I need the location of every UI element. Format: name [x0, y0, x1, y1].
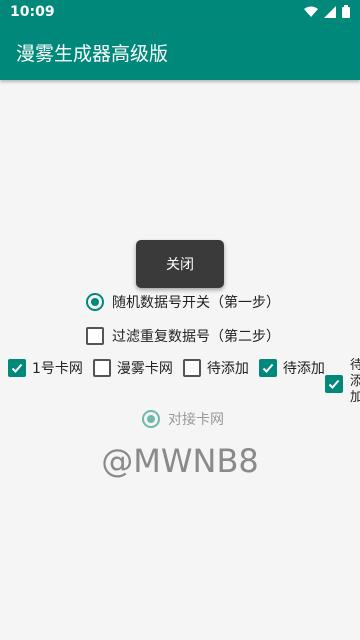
status-time: 10:09 [10, 4, 55, 20]
card-checkbox-label: 漫雾卡网 [116, 361, 173, 377]
status-bar: 10:09 [0, 0, 360, 24]
card-checkbox-5-label: 待添加 [350, 358, 360, 404]
status-icons [304, 5, 350, 18]
card-checkbox-5[interactable] [325, 375, 343, 393]
card-checkbox-label: 待添加 [282, 361, 325, 377]
random-number-radio-label: 随机数据号开关（第一步） [112, 295, 280, 311]
checkbox-empty-icon [92, 359, 111, 377]
checkbox-checked-icon [8, 359, 26, 377]
filter-duplicates-checkbox[interactable]: 过滤重复数据号（第二步） [86, 326, 280, 346]
wifi-icon [304, 6, 318, 17]
app-bar: 漫雾生成器高级版 [0, 24, 360, 80]
card-checkbox-1[interactable]: 1号卡网 [8, 358, 83, 378]
app-title: 漫雾生成器高级版 [16, 43, 169, 65]
random-number-radio[interactable]: 随机数据号开关（第一步） [86, 292, 280, 312]
checkbox-checked-icon [258, 359, 277, 377]
signal-icon [324, 5, 336, 18]
checkbox-empty-icon [86, 327, 104, 345]
battery-icon [342, 5, 350, 18]
card-checkbox-row: 1号卡网 漫雾卡网 待添加 待添加 [8, 358, 335, 378]
radio-selected-icon [86, 293, 104, 311]
checkbox-empty-icon [182, 359, 201, 377]
filter-duplicates-label: 过滤重复数据号（第二步） [112, 329, 280, 345]
dock-card-radio: 对接卡网 [142, 409, 224, 429]
dock-card-label: 对接卡网 [168, 412, 224, 428]
card-checkbox-4[interactable]: 待添加 [258, 358, 325, 378]
watermark: @MWNB8 [101, 442, 259, 480]
card-checkbox-3[interactable]: 待添加 [182, 358, 249, 378]
card-checkbox-label: 1号卡网 [32, 361, 83, 377]
radio-disabled-icon [142, 410, 160, 428]
card-checkbox-2[interactable]: 漫雾卡网 [92, 358, 173, 378]
card-checkbox-label: 待添加 [206, 361, 249, 377]
close-button[interactable]: 关闭 [136, 240, 224, 288]
